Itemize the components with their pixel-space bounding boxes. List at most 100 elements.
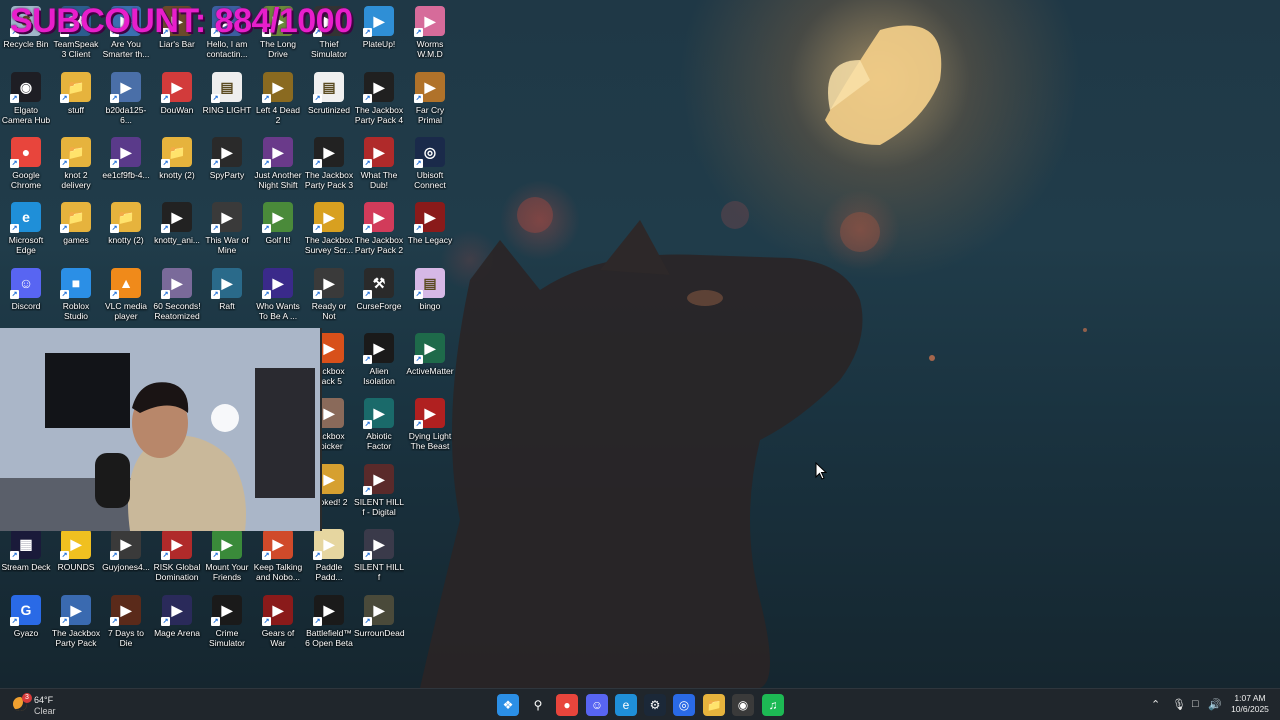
desktop-icon-bingo[interactable]: ▤ ↗ bingo [405,262,455,311]
taskbar-spotify-icon[interactable]: ♫ [762,694,784,716]
shortcut-arrow-icon: ↗ [60,617,69,626]
desktop-icon-discord[interactable]: ☺ ↗ Discord [1,262,51,311]
desktop-icon-curseforge[interactable]: ⚒ ↗ CurseForge [354,262,404,311]
shortcut-arrow-icon: ↗ [110,159,119,168]
desktop-icon-ee1cf[interactable]: ▶ ↗ ee1cf9fb-4... [101,131,151,180]
desktop-icon-raft[interactable]: ▶ ↗ Raft [202,262,252,311]
desktop-icon-worms[interactable]: ▶ ↗ Worms W.M.D [405,0,455,59]
clock-date: 10/6/2025 [1231,704,1269,714]
taskbar-search-icon[interactable]: ⚲ [527,694,549,716]
desktop-icon-risk[interactable]: ▶ ↗ RISK Global Domination [152,523,202,582]
shortcut-arrow-icon: ↗ [110,224,119,233]
file-icon: ▶ ↗ [161,202,192,233]
game-icon: ▶↗ [363,72,394,103]
desktop-icon-roblox-studio[interactable]: ■ ↗ Roblox Studio [51,262,101,321]
desktop-icon-b20da[interactable]: ▶ ↗ b20da125-6... [101,66,151,125]
taskbar-obs-icon[interactable]: ◉ [732,694,754,716]
desktop-icon-crime-sim[interactable]: ▶ ↗ Crime Simulator [202,589,252,648]
desktop-icon-jackbox2[interactable]: ▶ ↗ The Jackbox Party Pack 2 [354,196,404,255]
desktop-icon-label: stuff [68,105,84,115]
desktop-icon-bf6[interactable]: ▶ ↗ Battlefield™ 6 Open Beta [304,589,354,648]
weather-widget[interactable]: 3 64°F Clear [10,692,70,718]
desktop-icon-the-legacy[interactable]: ▶ ↗ The Legacy [405,196,455,245]
desktop-icon-label: TeamSpeak 3 Client [53,39,99,59]
desktop-icon-label: Elgato Camera Hub [1,105,51,125]
desktop-icon-ready-or-not[interactable]: ▶ ↗ Ready or Not [304,262,354,321]
desktop-icon-label: This War of Mine [205,235,249,255]
desktop-icon-jackbox3[interactable]: ▶ ↗ The Jackbox Party Pack 3 [304,131,354,190]
folder-icon: 📁 ↗ [60,137,91,168]
desktop-icon-activematter[interactable]: ▶ ↗ ActiveMatter [405,327,455,376]
desktop-icon-silent-hill-f-ds[interactable]: ▶↗SILENT HILL f - Digital So... [354,458,404,517]
shortcut-arrow-icon: ↗ [211,551,220,560]
gyazo-icon: G ↗ [10,595,41,626]
game-icon: ▶↗ [363,202,394,233]
desktop-icon-mount-friends[interactable]: ▶ ↗ Mount Your Friends [202,523,252,582]
desktop-icon-surroundead[interactable]: ▶ ↗ SurrounDead [354,589,404,638]
desktop-icon-l4d2[interactable]: ▶ ↗ Left 4 Dead 2 [253,66,303,125]
desktop-icon-games[interactable]: 📁 ↗ games [51,196,101,245]
desktop-icon-abiotic[interactable]: ▶ ↗ Abiotic Factor [354,392,404,451]
desktop-icon-7days[interactable]: ▶ ↗ 7 Days to Die [101,589,151,648]
game-icon: ▶↗ [262,202,293,233]
app-icon: ▶ ↗ [161,72,192,103]
desktop-icon-label: The Jackbox Party Pack 2 [354,235,404,255]
volume-icon[interactable]: 🔊 [1208,698,1222,711]
desktop-icon-dying-light[interactable]: ▶ ↗ Dying Light The Beast [405,392,455,451]
shortcut-arrow-icon: ↗ [313,551,322,560]
taskbar-windows-start-icon[interactable]: ❖ [497,694,519,716]
shortcut-arrow-icon: ↗ [110,551,119,560]
desktop-icon-chrome[interactable]: ● ↗ Google Chrome [1,131,51,190]
shortcut-arrow-icon: ↗ [60,94,69,103]
desktop-icon-knotty2b[interactable]: 📁 ↗ knotty (2) [101,196,151,245]
game-icon: ▶↗ [363,595,394,626]
desktop-icon-jackbox4[interactable]: ▶ ↗ The Jackbox Party Pack 4 [354,66,404,125]
desktop-icon-keep-talking[interactable]: ▶ ↗ Keep Talking and Nobo... [253,523,303,582]
desktop-icon-plateup[interactable]: ▶ ↗ PlateUp! [354,0,404,49]
microphone-icon[interactable]: 🎙 [1172,698,1186,711]
desktop-icon-golf-it[interactable]: ▶ ↗ Golf It! [253,196,303,245]
desktop-icon-ring-light[interactable]: ▤ ↗ RING LIGHT [202,66,252,115]
desktop-icon-vlc[interactable]: ▲ ↗ VLC media player [101,262,151,321]
desktop-icon-paddle[interactable]: ▶ ↗ Paddle Padd... [304,523,354,582]
desktop-icon-silent-hill-f[interactable]: ▶ ↗ SILENT HILL f [354,523,404,582]
desktop-icon-who-wants[interactable]: ▶ ↗ Who Wants To Be A ... [253,262,303,321]
display-icon[interactable]: □ [1192,698,1199,710]
shortcut-arrow-icon: ↗ [161,290,170,299]
taskbar-steam-icon[interactable]: ⚙ [644,694,666,716]
desktop-icon-knotty2[interactable]: 📁 ↗ knotty (2) [152,131,202,180]
taskbar-edge-icon[interactable]: e [615,694,637,716]
desktop-icon-mage-arena[interactable]: ▶ ↗ Mage Arena [152,589,202,638]
shortcut-arrow-icon: ↗ [313,159,322,168]
taskbar-discord-icon[interactable]: ☺ [586,694,608,716]
desktop-icon-this-war[interactable]: ▶ ↗ This War of Mine [202,196,252,255]
desktop-icon-edge[interactable]: e ↗ Microsoft Edge [1,196,51,255]
desktop-icon-knot2[interactable]: 📁 ↗ knot 2 delivery [51,131,101,190]
desktop-icon-label: Alien Isolation [363,366,395,386]
desktop-icon-gyazo[interactable]: G ↗ Gyazo [1,589,51,638]
taskbar-chrome-icon[interactable]: ● [556,694,578,716]
desktop-icon-knotty-ani[interactable]: ▶ ↗ knotty_ani... [152,196,202,245]
desktop-icon-label: ActiveMatter [406,366,454,376]
taskbar-app-icon[interactable]: ◎ [673,694,695,716]
desktop-icon-gears[interactable]: ▶↗Gears of War Reloaded [253,589,303,648]
clock[interactable]: 1:07 AM 10/6/2025 [1226,693,1274,715]
taskbar-folder-icon[interactable]: 📁 [703,694,725,716]
desktop-icon-60-seconds[interactable]: ▶ ↗ 60 Seconds! Reatomized [152,262,202,321]
desktop-icon-stuff[interactable]: 📁 ↗ stuff [51,66,101,115]
game-icon: ▶↗ [262,72,293,103]
desktop-icon-jackbox-party[interactable]: ▶ ↗ The Jackbox Party Pack [51,589,101,648]
desktop-icon-ubisoft[interactable]: ◎ ↗ Ubisoft Connect [405,131,455,190]
desktop-icon-elgato[interactable]: ◉ ↗ Elgato Camera Hub [1,66,51,125]
desktop-icon-jackbox-survey[interactable]: ▶ ↗ The Jackbox Survey Scr... [304,196,354,255]
game-icon: ▶↗ [211,268,242,299]
shortcut-arrow-icon: ↗ [211,94,220,103]
desktop-icon-what-the-dub[interactable]: ▶ ↗ What The Dub! [354,131,404,190]
desktop-icon-alien-isolation[interactable]: ▶ ↗ Alien Isolation [354,327,404,386]
desktop-icon-douwan[interactable]: ▶ ↗ DouWan [152,66,202,115]
show-hidden-icons[interactable]: ⌃ [1151,698,1160,711]
desktop-icon-farcry-primal[interactable]: ▶ ↗ Far Cry Primal [405,66,455,125]
desktop-icon-scrutinized[interactable]: ▤ ↗ Scrutinized [304,66,354,115]
desktop-icon-jant-nightshift[interactable]: ▶ ↗ Just Another Night Shift [253,131,303,190]
desktop-icon-spyparty[interactable]: ▶ ↗ SpyParty [202,131,252,180]
